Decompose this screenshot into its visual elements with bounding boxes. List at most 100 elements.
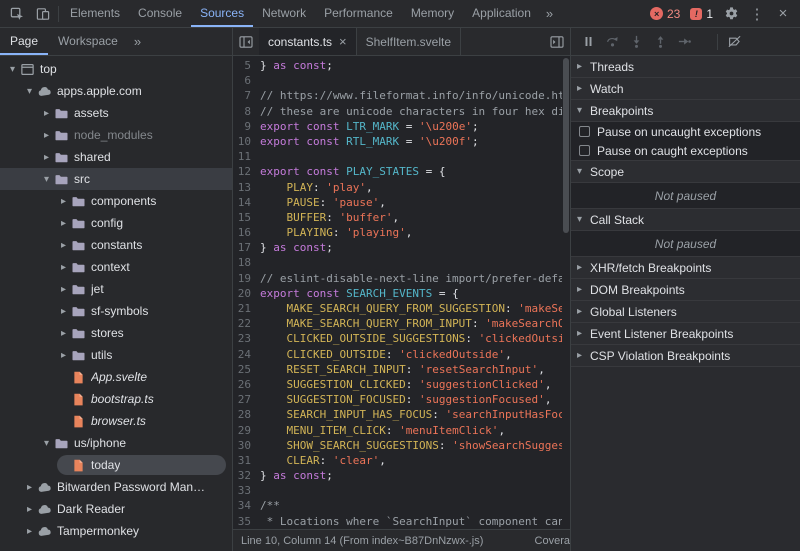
code-text[interactable]: } as const;: [260, 468, 562, 483]
device-toolbar-icon[interactable]: [30, 1, 56, 27]
code-text[interactable]: PLAY: 'play',: [260, 180, 562, 195]
line-number[interactable]: 14: [233, 195, 260, 210]
line-number[interactable]: 21: [233, 301, 260, 316]
section-scope[interactable]: ▾ Scope: [571, 161, 800, 183]
navigator-tab-workspace[interactable]: Workspace: [48, 28, 128, 55]
code-text[interactable]: MAKE_SEARCH_QUERY_FROM_SUGGESTION: 'make…: [260, 301, 563, 316]
chevron-right-icon[interactable]: ▸: [57, 196, 70, 207]
code-text[interactable]: /**: [260, 498, 562, 513]
kebab-menu-icon[interactable]: ⋮: [744, 1, 770, 27]
code-text[interactable]: CLEAR: 'clear',: [260, 453, 562, 468]
tree-item-us-iphone[interactable]: ▾ us/iphone: [0, 432, 232, 454]
code-text[interactable]: SHOW_SEARCH_SUGGESTIONS: 'showSearchSugg…: [260, 438, 563, 453]
tree-item-today[interactable]: today: [0, 454, 232, 476]
close-icon[interactable]: ×: [770, 1, 796, 27]
tree-item-context[interactable]: ▸ context: [0, 256, 232, 278]
tree-item-bootstrap-ts[interactable]: bootstrap.ts: [0, 388, 232, 410]
code-text[interactable]: MAKE_SEARCH_QUERY_FROM_INPUT: 'makeSearc…: [260, 316, 563, 331]
chevron-right-icon[interactable]: ▸: [40, 108, 53, 119]
line-number[interactable]: 7: [233, 88, 260, 103]
tree-item-config[interactable]: ▸ config: [0, 212, 232, 234]
code-text[interactable]: // https://www.fileformat.info/info/unic…: [260, 88, 562, 103]
tree-item-node-modules[interactable]: ▸ node_modules: [0, 124, 232, 146]
section-csp-violation-breakpoints[interactable]: ▸ CSP Violation Breakpoints: [571, 345, 800, 367]
tree-item-stores[interactable]: ▸ stores: [0, 322, 232, 344]
tree-item-sf-symbols[interactable]: ▸ sf-symbols: [0, 300, 232, 322]
chevron-right-icon[interactable]: ▸: [57, 284, 70, 295]
code-text[interactable]: PLAYING: 'playing',: [260, 225, 562, 240]
chevron-right-icon[interactable]: ▸: [40, 130, 53, 141]
chevron-down-icon[interactable]: ▾: [40, 174, 53, 185]
code-text[interactable]: [260, 483, 562, 498]
code-text[interactable]: [260, 149, 562, 164]
tab-performance[interactable]: Performance: [315, 0, 402, 27]
line-number[interactable]: 33: [233, 483, 260, 498]
section-event-listener-breakpoints[interactable]: ▸ Event Listener Breakpoints: [571, 323, 800, 345]
code-text[interactable]: RESET_SEARCH_INPUT: 'resetSearchInput',: [260, 362, 562, 377]
line-number[interactable]: 28: [233, 407, 260, 422]
line-number[interactable]: 9: [233, 119, 260, 134]
section-watch[interactable]: ▸ Watch: [571, 78, 800, 100]
step-out-icon[interactable]: [653, 34, 668, 49]
editor-tab-shelfitem-svelte[interactable]: ShelfItem.svelte: [357, 28, 461, 55]
tree-item-app-svelte[interactable]: App.svelte: [0, 366, 232, 388]
line-number[interactable]: 13: [233, 180, 260, 195]
section-breakpoints[interactable]: ▾ Breakpoints: [571, 100, 800, 122]
line-number[interactable]: 34: [233, 498, 260, 513]
line-number[interactable]: 23: [233, 331, 260, 346]
tree-item-constants[interactable]: ▸ constants: [0, 234, 232, 256]
chevron-down-icon[interactable]: ▾: [6, 64, 19, 75]
chevron-down-icon[interactable]: ▾: [23, 86, 36, 97]
tree-item-dark-reader[interactable]: ▸ Dark Reader: [0, 498, 232, 520]
code-text[interactable]: BUFFER: 'buffer',: [260, 210, 562, 225]
line-number[interactable]: 20: [233, 286, 260, 301]
line-number[interactable]: 19: [233, 271, 260, 286]
code-text[interactable]: // these are unicode characters in four …: [260, 104, 562, 119]
code-text[interactable]: export const RTL_MARK = '\u200f';: [260, 134, 562, 149]
tab-console[interactable]: Console: [129, 0, 191, 27]
code-text[interactable]: * Locations where `SearchInput` componen…: [260, 514, 562, 529]
code-text[interactable]: export const LTR_MARK = '\u200e';: [260, 119, 562, 134]
tab-memory[interactable]: Memory: [402, 0, 463, 27]
line-number[interactable]: 12: [233, 164, 260, 179]
tab-application[interactable]: Application: [463, 0, 540, 27]
code-text[interactable]: export const SEARCH_EVENTS = {: [260, 286, 562, 301]
chevron-right-icon[interactable]: ▸: [40, 152, 53, 163]
editor-scrollbar[interactable]: [562, 56, 570, 529]
tab-network[interactable]: Network: [253, 0, 315, 27]
issues-badge[interactable]: ! 1: [685, 7, 718, 21]
hide-navigator-icon[interactable]: [233, 28, 259, 55]
line-number[interactable]: 25: [233, 362, 260, 377]
coverage-status[interactable]: Covera: [535, 535, 570, 547]
tree-item-apps-apple-com[interactable]: ▾ apps.apple.com: [0, 80, 232, 102]
chevron-down-icon[interactable]: ▾: [40, 438, 53, 449]
code-text[interactable]: SUGGESTION_FOCUSED: 'suggestionFocused',: [260, 392, 562, 407]
tree-item-components[interactable]: ▸ components: [0, 190, 232, 212]
pause-icon[interactable]: [581, 34, 596, 49]
section-dom-breakpoints[interactable]: ▸ DOM Breakpoints: [571, 279, 800, 301]
line-number[interactable]: 8: [233, 104, 260, 119]
section-xhr-fetch-breakpoints[interactable]: ▸ XHR/fetch Breakpoints: [571, 257, 800, 279]
settings-gear-icon[interactable]: [718, 1, 744, 27]
line-number[interactable]: 26: [233, 377, 260, 392]
line-number[interactable]: 16: [233, 225, 260, 240]
line-number[interactable]: 30: [233, 438, 260, 453]
line-number[interactable]: 35: [233, 514, 260, 529]
tree-item-jet[interactable]: ▸ jet: [0, 278, 232, 300]
nav-more-tabs-icon[interactable]: »: [128, 34, 147, 49]
navigator-tab-page[interactable]: Page: [0, 28, 48, 55]
checkbox-row-pause-on-uncaught-exceptions[interactable]: Pause on uncaught exceptions: [571, 122, 800, 141]
line-number[interactable]: 22: [233, 316, 260, 331]
line-number[interactable]: 18: [233, 255, 260, 270]
tree-item-top[interactable]: ▾ top: [0, 58, 232, 80]
line-number[interactable]: 31: [233, 453, 260, 468]
toggle-debugger-icon[interactable]: [544, 28, 570, 55]
tree-item-shared[interactable]: ▸ shared: [0, 146, 232, 168]
step-into-icon[interactable]: [629, 34, 644, 49]
tree-item-tampermonkey[interactable]: ▸ Tampermonkey: [0, 520, 232, 542]
code-text[interactable]: MENU_ITEM_CLICK: 'menuItemClick',: [260, 423, 562, 438]
chevron-right-icon[interactable]: ▸: [57, 262, 70, 273]
code-text[interactable]: SEARCH_INPUT_HAS_FOCUS: 'searchInputHasF…: [260, 407, 563, 422]
line-number[interactable]: 29: [233, 423, 260, 438]
checkbox-row-pause-on-caught-exceptions[interactable]: Pause on caught exceptions: [571, 141, 800, 160]
